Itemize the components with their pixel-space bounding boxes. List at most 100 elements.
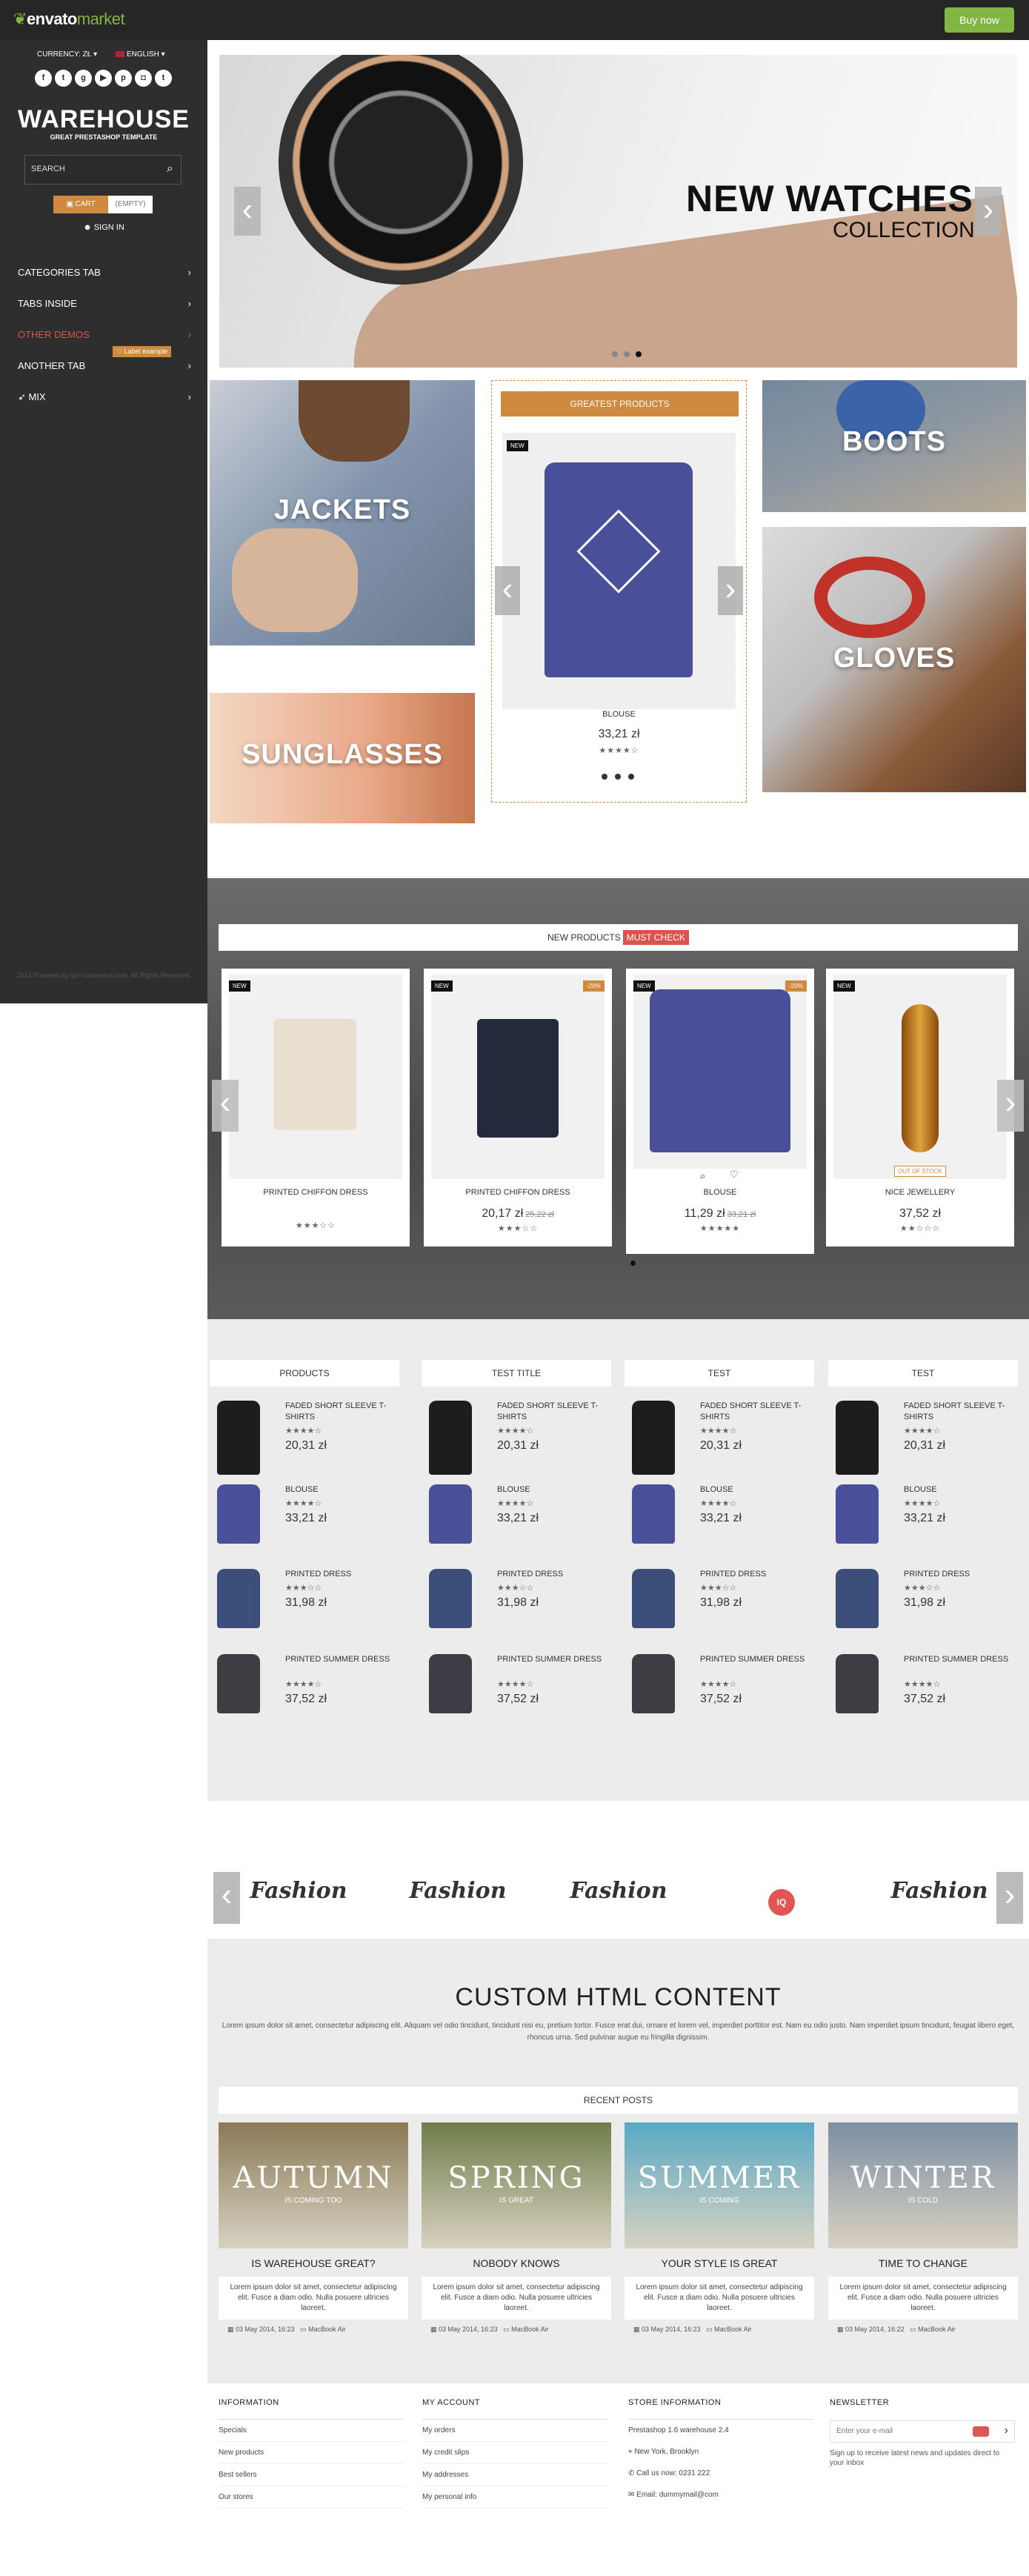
next-arrow-icon[interactable]: ›	[718, 566, 743, 615]
list-item[interactable]: FADED SHORT SLEEVE T-SHIRTS ★★★★☆ 20,31 zł	[828, 1401, 1018, 1475]
cart-button[interactable]: ▣ CART	[53, 196, 108, 213]
list-item[interactable]: BLOUSE ★★★★☆ 33,21 zł	[210, 1484, 399, 1558]
post-image[interactable]: AUTUMN IS COMING TOO	[219, 2122, 408, 2248]
youtube-icon[interactable]: ▶	[95, 70, 112, 87]
sign-in-link[interactable]: ☻ SIGN IN	[0, 223, 207, 232]
buy-now-button[interactable]: Buy now	[945, 7, 1014, 33]
blog-post[interactable]: WINTER IS COLD TIME TO CHANGE Lorem ipsum d…	[828, 2122, 1018, 2334]
search-input[interactable]	[31, 165, 150, 173]
product-thumbnail[interactable]	[429, 1654, 472, 1713]
product-thumbnail[interactable]	[429, 1401, 472, 1475]
product-name[interactable]: FADED SHORT SLEEVE T-SHIRTS	[497, 1401, 608, 1423]
tumblr-icon[interactable]: t	[155, 70, 172, 87]
blog-post[interactable]: SPRING IS GREAT NOBODY KNOWS Lorem ipsum do…	[422, 2122, 611, 2334]
submit-arrow-icon[interactable]: ›	[1005, 2424, 1008, 2437]
list-item[interactable]: BLOUSE ★★★★☆ 33,21 zł	[422, 1484, 611, 1558]
facebook-icon[interactable]: f	[35, 70, 52, 87]
envato-logo[interactable]: ❦envatomarket	[13, 10, 125, 29]
product-image[interactable]: OUT OF STOCK	[833, 975, 1007, 1179]
nav-another-tab[interactable]: ANOTHER TAB ›	[18, 360, 191, 375]
product-thumbnail[interactable]	[836, 1484, 879, 1544]
product-thumbnail[interactable]	[429, 1569, 472, 1628]
brand-logo[interactable]: Fashion	[402, 1878, 513, 1904]
product-thumbnail[interactable]	[217, 1401, 260, 1475]
carousel-dot[interactable]	[630, 1261, 636, 1266]
brand-logo[interactable]: IQ	[768, 1889, 795, 1916]
product-name[interactable]: BLOUSE	[626, 1188, 814, 1197]
product-card[interactable]: NEW -20% PRINTED CHIFFON DRESS 20,17 zł 2…	[424, 969, 612, 1246]
list-item[interactable]: PRINTED SUMMER DRESS ★★★★☆ 37,52 zł	[422, 1654, 611, 1728]
blog-post[interactable]: AUTUMN IS COMING TOO IS WAREHOUSE GREAT? Lo…	[219, 2122, 408, 2334]
nav-categories-tab[interactable]: CATEGORIES TAB ›	[18, 267, 191, 282]
boots-banner[interactable]: BOOTS	[762, 380, 1026, 512]
product-thumbnail[interactable]	[632, 1401, 675, 1475]
gloves-banner[interactable]: GLOVES	[762, 527, 1026, 792]
post-title[interactable]: TIME TO CHANGE	[828, 2257, 1018, 2269]
list-item[interactable]: FADED SHORT SLEEVE T-SHIRTS ★★★★☆ 20,31 zł	[422, 1401, 611, 1475]
footer-link[interactable]: My orders	[422, 2420, 607, 2442]
product-thumbnail[interactable]	[217, 1569, 260, 1628]
product-name[interactable]: FADED SHORT SLEEVE T-SHIRTS	[700, 1401, 811, 1423]
store-logo[interactable]: WAREHOUSE	[0, 105, 207, 134]
product-name[interactable]: PRINTED SUMMER DRESS	[700, 1654, 811, 1665]
product-card[interactable]: NEW PRINTED CHIFFON DRESS ★★★☆☆	[222, 969, 410, 1246]
quick-view-icon[interactable]: ⌕	[700, 1170, 705, 1182]
list-item[interactable]: BLOUSE ★★★★☆ 33,21 zł	[625, 1484, 814, 1558]
product-name[interactable]: PRINTED DRESS	[285, 1569, 396, 1580]
slider-dot-active[interactable]	[636, 351, 642, 357]
product-image[interactable]	[633, 975, 807, 1169]
product-image[interactable]	[431, 975, 605, 1179]
footer-link[interactable]: Our stores	[219, 2486, 404, 2509]
list-item[interactable]: PRINTED DRESS ★★★☆☆ 31,98 zł	[422, 1569, 611, 1643]
footer-link[interactable]: My credit slips	[422, 2442, 607, 2464]
product-thumbnail[interactable]	[429, 1484, 472, 1544]
product-name[interactable]: PRINTED CHIFFON DRESS	[424, 1188, 612, 1197]
product-image[interactable]	[229, 975, 402, 1179]
newsletter-email-input[interactable]	[836, 2427, 962, 2435]
post-title[interactable]: IS WAREHOUSE GREAT?	[219, 2257, 408, 2269]
product-thumbnail[interactable]	[632, 1569, 675, 1628]
product-name[interactable]: PRINTED DRESS	[700, 1569, 811, 1580]
post-image[interactable]: SPRING IS GREAT	[422, 2122, 611, 2248]
brand-logo[interactable]: Fashion	[243, 1878, 354, 1904]
prev-arrow-icon[interactable]: ‹	[212, 1080, 239, 1132]
prev-arrow-icon[interactable]: ‹	[495, 566, 520, 615]
language-selector[interactable]: ENGLISH ▾	[116, 50, 165, 59]
product-name[interactable]: PRINTED SUMMER DRESS	[285, 1654, 396, 1665]
slider-dot[interactable]	[624, 351, 630, 357]
wishlist-heart-icon[interactable]: ♡	[730, 1169, 739, 1181]
footer-link[interactable]: Best sellers	[219, 2464, 404, 2486]
brand-logo[interactable]: Fashion	[884, 1878, 995, 1904]
list-item[interactable]: PRINTED SUMMER DRESS ★★★★☆ 37,52 zł	[625, 1654, 814, 1728]
product-thumbnail[interactable]	[632, 1484, 675, 1544]
product-name[interactable]: PRINTED DRESS	[497, 1569, 608, 1580]
slider-prev-arrow-icon[interactable]: ‹	[234, 187, 261, 236]
pinterest-icon[interactable]: p	[115, 70, 132, 87]
carousel-dot[interactable]	[628, 774, 634, 780]
slider-dot[interactable]	[612, 351, 618, 357]
list-item[interactable]: PRINTED DRESS ★★★☆☆ 31,98 zł	[210, 1569, 399, 1643]
product-name[interactable]: BLOUSE	[700, 1484, 811, 1496]
list-item[interactable]: FADED SHORT SLEEVE T-SHIRTS ★★★★☆ 20,31 zł	[210, 1401, 399, 1475]
list-item[interactable]: PRINTED DRESS ★★★☆☆ 31,98 zł	[625, 1569, 814, 1643]
carousel-dot[interactable]	[602, 774, 607, 780]
blog-post[interactable]: SUMMER IS COMING YOUR STYLE IS GREAT Lorem …	[625, 2122, 814, 2334]
product-image[interactable]: NEW	[502, 433, 736, 709]
footer-link[interactable]: My addresses	[422, 2464, 607, 2486]
product-thumbnail[interactable]	[836, 1401, 879, 1475]
footer-link[interactable]: My personal info	[422, 2486, 607, 2509]
carousel-dot[interactable]	[615, 774, 621, 780]
instagram-icon[interactable]: ◘	[135, 70, 152, 87]
google-plus-icon[interactable]: g	[75, 70, 92, 87]
post-title[interactable]: NOBODY KNOWS	[422, 2257, 611, 2269]
list-item[interactable]: PRINTED SUMMER DRESS ★★★★☆ 37,52 zł	[828, 1654, 1018, 1728]
next-arrow-icon[interactable]: ›	[997, 1080, 1024, 1132]
nav-other-demos[interactable]: OTHER DEMOS ›	[18, 329, 191, 344]
product-name[interactable]: PRINTED DRESS	[904, 1569, 1015, 1580]
list-item[interactable]: FADED SHORT SLEEVE T-SHIRTS ★★★★☆ 20,31 zł	[625, 1401, 814, 1475]
product-thumbnail[interactable]	[217, 1654, 260, 1713]
product-name[interactable]: FADED SHORT SLEEVE T-SHIRTS	[904, 1401, 1015, 1423]
product-name[interactable]: PRINTED CHIFFON DRESS	[222, 1188, 410, 1197]
prev-arrow-icon[interactable]: ‹	[213, 1872, 240, 1924]
product-name[interactable]: BLOUSE	[285, 1484, 396, 1496]
